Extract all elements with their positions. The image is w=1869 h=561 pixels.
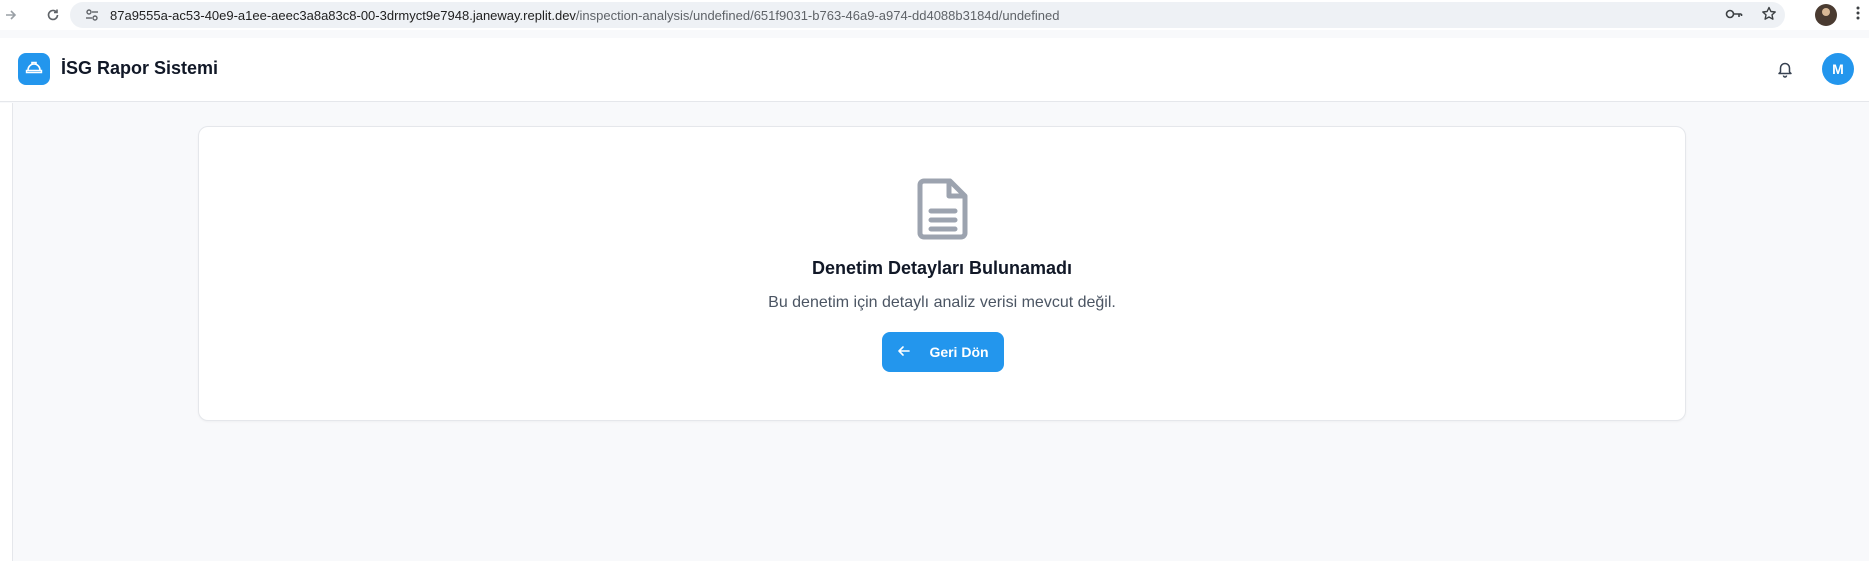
address-bar[interactable]: 87a9555a-ac53-40e9-a1ee-aeec3a8a83c8-00-… <box>70 2 1785 28</box>
sidebar <box>0 103 13 561</box>
app-header: İSG Rapor Sistemi M <box>0 38 1869 102</box>
forward-icon[interactable] <box>0 4 22 26</box>
browser-toolbar: 87a9555a-ac53-40e9-a1ee-aeec3a8a83c8-00-… <box>0 0 1869 30</box>
reload-icon[interactable] <box>42 4 64 26</box>
menu-dots-icon[interactable] <box>1855 5 1861 26</box>
hard-hat-icon <box>25 58 43 81</box>
document-icon <box>915 177 971 241</box>
empty-state-title: Denetim Detayları Bulunamadı <box>811 258 1073 278</box>
empty-state-description: Bu denetim için detaylı analiz verisi me… <box>768 294 1116 311</box>
arrow-left-icon <box>897 344 911 361</box>
profile-avatar[interactable] <box>1815 4 1837 26</box>
bell-icon[interactable] <box>1775 59 1795 79</box>
password-key-icon[interactable] <box>1725 7 1743 24</box>
url-host: 87a9555a-ac53-40e9-a1ee-aeec3a8a83c8-00-… <box>110 7 576 23</box>
bookmark-star-icon[interactable] <box>1761 6 1777 25</box>
empty-state-card: Denetim Detayları Bulunamadı Bu denetim … <box>198 126 1686 421</box>
back-button[interactable]: Geri Dön <box>882 332 1004 372</box>
url-path: /inspection-analysis/undefined/651f9031-… <box>575 7 1060 23</box>
site-info-icon[interactable] <box>78 2 106 28</box>
user-avatar[interactable]: M <box>1822 53 1854 85</box>
app-logo[interactable] <box>18 53 50 85</box>
app-title: İSG Rapor Sistemi <box>61 58 219 78</box>
back-button-label: Geri Dön <box>929 344 989 360</box>
